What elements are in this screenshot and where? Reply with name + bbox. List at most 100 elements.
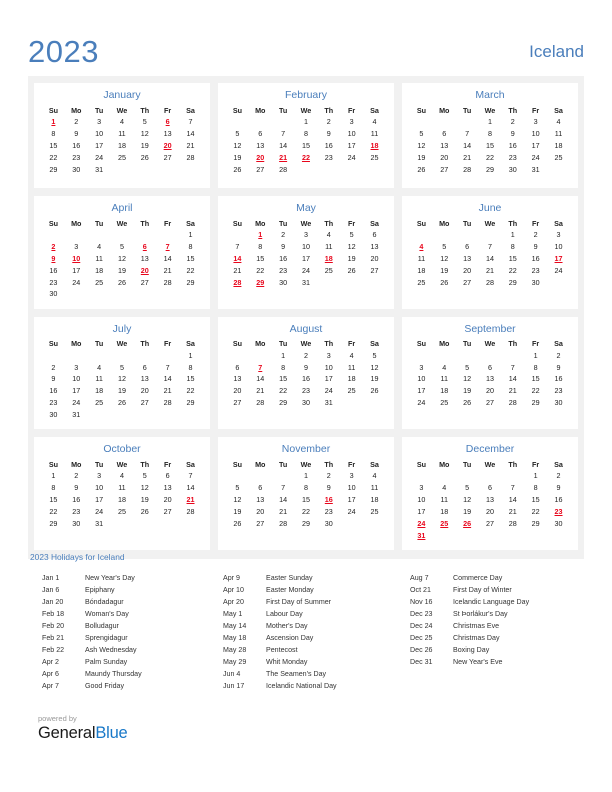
day-cell[interactable]: 16 [547,494,570,506]
day-cell[interactable]: 5 [340,230,363,242]
day-cell[interactable]: 26 [111,398,134,410]
day-cell[interactable]: 28 [501,518,524,530]
day-cell[interactable]: 12 [111,253,134,265]
day-cell-holiday[interactable]: 17 [547,253,570,265]
day-cell[interactable]: 25 [363,152,386,164]
day-cell[interactable]: 24 [340,152,363,164]
day-cell[interactable]: 3 [88,471,111,483]
day-cell[interactable]: 23 [272,265,295,277]
day-cell[interactable]: 8 [295,128,318,140]
day-cell[interactable]: 25 [88,398,111,410]
day-cell[interactable]: 6 [156,471,179,483]
day-cell[interactable]: 30 [272,277,295,289]
day-cell[interactable]: 11 [433,494,456,506]
day-cell[interactable]: 27 [249,518,272,530]
day-cell[interactable]: 30 [501,164,524,176]
day-cell[interactable]: 13 [433,140,456,152]
day-cell[interactable]: 25 [363,506,386,518]
day-cell[interactable]: 17 [340,140,363,152]
day-cell[interactable]: 10 [295,241,318,253]
day-cell[interactable]: 1 [501,230,524,242]
day-cell[interactable]: 1 [524,350,547,362]
day-cell[interactable]: 14 [249,374,272,386]
day-cell[interactable]: 28 [479,277,502,289]
day-cell[interactable]: 12 [226,494,249,506]
day-cell[interactable]: 24 [410,398,433,410]
day-cell[interactable]: 30 [42,409,65,421]
month-card-august[interactable]: August Su Mo Tu We Th Fr Sa 1 2 3 4 5 6 7 8 9 10 11 12 13 14 1… [218,316,394,430]
day-cell[interactable]: 12 [226,140,249,152]
day-cell[interactable]: 4 [547,117,570,129]
day-cell[interactable]: 23 [317,506,340,518]
day-cell[interactable]: 27 [133,398,156,410]
day-cell[interactable]: 19 [456,506,479,518]
day-cell[interactable]: 19 [433,265,456,277]
day-cell[interactable]: 15 [524,374,547,386]
day-cell[interactable]: 30 [42,289,65,301]
day-cell[interactable]: 23 [42,277,65,289]
day-cell[interactable]: 11 [340,362,363,374]
day-cell[interactable]: 9 [524,241,547,253]
day-cell[interactable]: 22 [249,265,272,277]
day-cell[interactable]: 30 [65,518,88,530]
day-cell[interactable]: 22 [42,506,65,518]
day-cell[interactable]: 18 [433,506,456,518]
day-cell-holiday[interactable]: 1 [42,117,65,129]
day-cell[interactable]: 26 [363,386,386,398]
day-cell[interactable]: 23 [295,386,318,398]
day-cell[interactable]: 29 [42,518,65,530]
day-cell[interactable]: 29 [179,277,202,289]
day-cell[interactable]: 30 [524,277,547,289]
day-cell[interactable]: 11 [111,128,134,140]
day-cell[interactable]: 24 [317,386,340,398]
day-cell[interactable]: 11 [88,253,111,265]
day-cell[interactable]: 3 [65,241,88,253]
day-cell[interactable]: 9 [272,241,295,253]
day-cell[interactable]: 13 [249,494,272,506]
day-cell[interactable]: 26 [226,518,249,530]
day-cell[interactable]: 7 [156,362,179,374]
day-cell[interactable]: 31 [88,164,111,176]
day-cell-holiday[interactable]: 22 [295,152,318,164]
day-cell[interactable]: 8 [501,241,524,253]
day-cell-holiday[interactable]: 9 [42,253,65,265]
day-cell[interactable]: 19 [363,374,386,386]
day-cell[interactable]: 9 [317,483,340,495]
day-cell-holiday[interactable]: 6 [133,241,156,253]
day-cell-holiday[interactable]: 7 [249,362,272,374]
day-cell[interactable]: 8 [179,241,202,253]
day-cell[interactable]: 6 [479,483,502,495]
day-cell[interactable]: 10 [340,128,363,140]
day-cell[interactable]: 15 [42,494,65,506]
day-cell[interactable]: 23 [65,152,88,164]
day-cell[interactable]: 15 [179,374,202,386]
day-cell[interactable]: 15 [524,494,547,506]
day-cell[interactable]: 14 [456,140,479,152]
day-cell[interactable]: 19 [410,152,433,164]
day-cell[interactable]: 4 [111,471,134,483]
day-cell[interactable]: 21 [501,386,524,398]
day-cell[interactable]: 9 [42,374,65,386]
day-cell[interactable]: 19 [111,386,134,398]
day-cell[interactable]: 14 [501,494,524,506]
day-cell[interactable]: 2 [547,350,570,362]
day-cell[interactable]: 22 [479,152,502,164]
day-cell[interactable]: 6 [249,483,272,495]
day-cell[interactable]: 24 [88,506,111,518]
day-cell[interactable]: 5 [111,362,134,374]
day-cell[interactable]: 7 [479,241,502,253]
day-cell[interactable]: 27 [156,506,179,518]
month-card-september[interactable]: September Su Mo Tu We Th Fr Sa 1 2 3 4 5 6 7 8 9 10 11 12 13… [402,316,578,430]
day-cell[interactable]: 2 [524,230,547,242]
day-cell[interactable]: 9 [295,362,318,374]
day-cell[interactable]: 8 [249,241,272,253]
day-cell[interactable]: 22 [272,386,295,398]
day-cell[interactable]: 24 [295,265,318,277]
day-cell[interactable]: 8 [479,128,502,140]
day-cell[interactable]: 7 [501,362,524,374]
day-cell[interactable]: 3 [340,471,363,483]
day-cell[interactable]: 21 [249,386,272,398]
day-cell[interactable]: 10 [524,128,547,140]
day-cell[interactable]: 11 [363,128,386,140]
day-cell[interactable]: 8 [42,128,65,140]
